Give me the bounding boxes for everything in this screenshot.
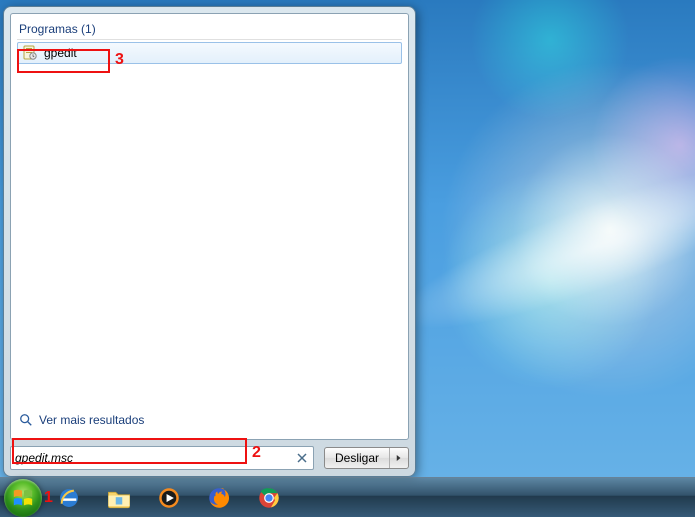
windows-logo-icon <box>12 487 34 509</box>
start-button[interactable] <box>4 479 42 517</box>
start-search-box[interactable] <box>10 446 314 470</box>
search-icon <box>19 413 33 427</box>
start-menu-bottom-row: Desligar <box>10 440 409 470</box>
file-explorer-icon[interactable] <box>96 482 142 514</box>
start-menu: Programas (1) gpedit Ver mais resultados <box>3 6 416 477</box>
shutdown-label: Desligar <box>335 451 379 465</box>
chrome-icon[interactable] <box>246 482 292 514</box>
taskbar <box>0 477 695 517</box>
media-player-icon <box>156 485 182 511</box>
see-more-results-link[interactable]: Ver mais resultados <box>17 409 402 433</box>
firefox-logo-icon <box>206 485 232 511</box>
search-result-label: gpedit <box>44 46 77 60</box>
firefox-icon[interactable] <box>196 482 242 514</box>
folder-icon <box>106 485 132 511</box>
see-more-results-label: Ver mais resultados <box>39 413 144 427</box>
clear-search-icon[interactable] <box>295 451 309 465</box>
shutdown-button-group: Desligar <box>324 447 409 469</box>
internet-explorer-icon[interactable] <box>46 482 92 514</box>
chevron-right-icon <box>396 454 402 462</box>
shutdown-options-button[interactable] <box>390 448 408 468</box>
shutdown-button[interactable]: Desligar <box>325 448 390 468</box>
results-category-header: Programas (1) <box>17 22 402 40</box>
ie-icon <box>56 485 82 511</box>
start-search-input[interactable] <box>15 451 295 465</box>
windows-media-player-icon[interactable] <box>146 482 192 514</box>
chrome-logo-icon <box>256 485 282 511</box>
search-result-gpedit[interactable]: gpedit <box>17 42 402 64</box>
search-results-area: Programas (1) gpedit Ver mais resultados <box>10 13 409 440</box>
policy-icon <box>22 45 38 61</box>
